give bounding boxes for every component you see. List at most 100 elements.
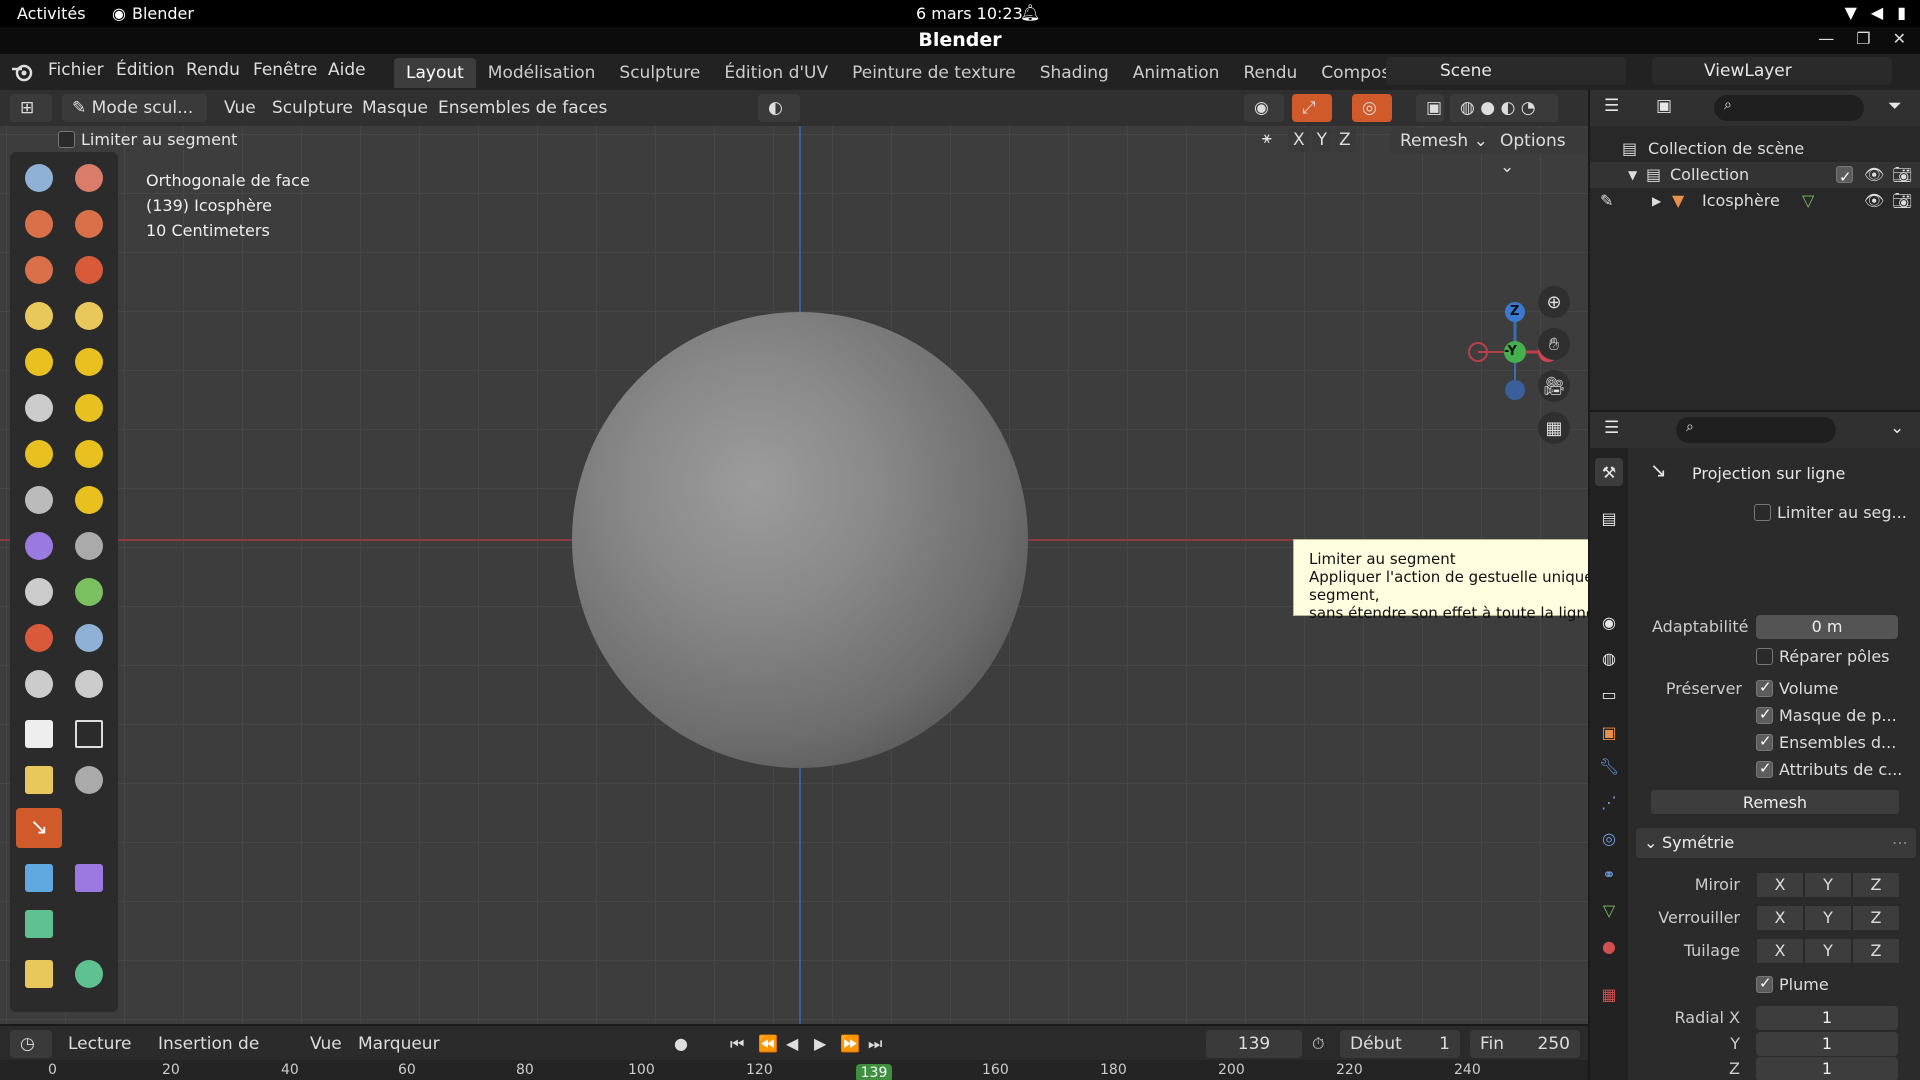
overlay-toggle-icon[interactable]: ◎ <box>1352 94 1392 122</box>
eye-icon[interactable]: 👁︎ <box>1864 162 1884 188</box>
tool-elastic[interactable] <box>16 526 62 566</box>
tool-pose[interactable] <box>66 572 112 612</box>
xray-icon[interactable]: ▣ <box>1416 94 1444 122</box>
clock[interactable]: 6 mars 10:23 <box>916 4 1023 23</box>
mirror-x-toggle[interactable]: X <box>1756 872 1804 898</box>
menu-mask[interactable]: Masque <box>362 98 428 118</box>
expand-arrow-icon[interactable]: ▼ <box>1628 162 1637 188</box>
start-frame-field[interactable]: Début 1 <box>1340 1030 1460 1058</box>
zoom-icon[interactable]: ⊕ <box>1538 286 1570 318</box>
symmetry-x[interactable]: X <box>1288 128 1310 152</box>
symmetry-panel-header[interactable]: ⌄ Symétrie ⋯ <box>1636 828 1916 858</box>
gizmo-toggle-icon[interactable]: ⤢ <box>1292 94 1332 122</box>
tab-sculpting[interactable]: Sculpture <box>607 58 712 88</box>
tool-box-face-set[interactable] <box>16 760 62 800</box>
camera-render-icon[interactable]: 📷︎ <box>1892 188 1912 214</box>
tool-rotate[interactable] <box>66 618 112 658</box>
tool-draw-sharp[interactable] <box>66 158 112 198</box>
limit-segment-property-checkbox[interactable] <box>1754 504 1771 521</box>
orthographic-grid-icon[interactable]: ▦ <box>1538 412 1570 444</box>
data-tab-icon[interactable]: ▽ <box>1595 896 1623 924</box>
fix-poles-option[interactable]: Réparer pôles <box>1756 647 1890 666</box>
material-tab-icon[interactable]: ● <box>1595 932 1623 960</box>
lock-z-toggle[interactable]: Z <box>1852 905 1900 931</box>
collection-tab-icon[interactable]: ▭ <box>1595 680 1623 708</box>
tab-shading[interactable]: Shading <box>1028 58 1121 88</box>
play-reverse-icon[interactable]: ◀ <box>786 1034 798 1053</box>
play-icon[interactable]: ▶ <box>814 1034 826 1053</box>
physics-tab-icon[interactable]: ◎ <box>1595 824 1623 852</box>
marker-menu[interactable]: Marqueur <box>358 1034 440 1054</box>
tool-clay-thumb[interactable] <box>16 250 62 290</box>
tool-grab[interactable] <box>66 480 112 520</box>
lock-x-toggle[interactable]: X <box>1756 905 1804 931</box>
current-frame-marker[interactable]: 139 <box>856 1064 892 1080</box>
mirror-y-toggle[interactable]: Y <box>1804 872 1852 898</box>
playback-menu[interactable]: Lecture ⌄ <box>58 1030 144 1080</box>
close-icon[interactable]: ✕ <box>1893 29 1906 48</box>
tool-clay[interactable] <box>16 204 62 244</box>
preserve-attributes-checkbox[interactable] <box>1756 759 1773 778</box>
tab-uv-editing[interactable]: Édition d'UV <box>712 58 840 88</box>
timeline-editor-icon[interactable]: ◷ <box>10 1030 52 1058</box>
tiling-x-toggle[interactable]: X <box>1756 938 1804 964</box>
lock-y-toggle[interactable]: Y <box>1804 905 1852 931</box>
menu-help[interactable]: Aide <box>328 60 366 80</box>
preserve-volume-option[interactable]: Volume <box>1756 678 1839 698</box>
remesh-dropdown[interactable]: Remesh ⌄ <box>1390 128 1498 154</box>
constraints-tab-icon[interactable]: ⚭ <box>1595 860 1623 888</box>
tool-snake-hook[interactable] <box>66 526 112 566</box>
scene-tab-icon[interactable]: ◉ <box>1595 608 1623 636</box>
tool-line-project[interactable]: ↘ <box>16 808 62 848</box>
preserve-mask-checkbox[interactable] <box>1756 705 1773 724</box>
eye-icon[interactable]: 👁︎ <box>1864 188 1884 214</box>
tiling-y-toggle[interactable]: Y <box>1804 938 1852 964</box>
preserve-face-sets-checkbox[interactable] <box>1756 732 1773 751</box>
app-menu[interactable]: ◉ Blender <box>112 4 194 23</box>
timer-icon[interactable]: ⏱ <box>1312 1034 1324 1054</box>
options-dropdown[interactable]: Options ⌄ <box>1490 128 1588 177</box>
tool-transform[interactable] <box>66 954 112 994</box>
tool-nudge[interactable] <box>16 618 62 658</box>
tool-box-mask[interactable] <box>66 714 112 754</box>
particles-tab-icon[interactable]: ⋰ <box>1595 788 1623 816</box>
outliner-row-scene-collection[interactable]: ▤ Collection de scène <box>1590 136 1920 162</box>
collection-exclude-checkbox[interactable] <box>1836 164 1853 190</box>
remesh-button[interactable]: Remesh <box>1650 789 1900 815</box>
visibility-icon[interactable]: ◉ <box>1244 94 1284 122</box>
camera-view-icon[interactable]: 🎥︎ <box>1538 370 1570 402</box>
tool-tab-icon[interactable]: ⚒ <box>1595 458 1623 486</box>
tiling-z-toggle[interactable]: Z <box>1852 938 1900 964</box>
scene-selector[interactable]: Scene <box>1386 57 1626 85</box>
tool-color-filter[interactable] <box>66 858 112 898</box>
current-frame-field[interactable]: 139 <box>1206 1030 1302 1058</box>
adaptivity-field[interactable]: 0 m <box>1756 615 1898 639</box>
tool-annotate[interactable] <box>16 954 62 994</box>
tool-multiplane[interactable] <box>66 434 112 474</box>
tool-clay-strips[interactable] <box>66 204 112 244</box>
tool-face-set-edit[interactable] <box>16 904 62 944</box>
tab-layout[interactable]: Layout <box>394 58 476 88</box>
editor-type-icon[interactable]: ⊞ <box>10 94 52 122</box>
tool-mask[interactable] <box>16 714 62 754</box>
limit-segment-checkbox[interactable] <box>58 131 75 148</box>
preserve-attributes-option[interactable]: Attributs de c... <box>1756 759 1902 779</box>
tool-cloth-filter[interactable] <box>16 858 62 898</box>
tool-scrape[interactable] <box>16 434 62 474</box>
menu-view[interactable]: Vue <box>224 98 256 118</box>
menu-sculpt[interactable]: Sculpture <box>272 98 353 118</box>
render-tab-icon[interactable]: ▤ <box>1595 504 1623 532</box>
timeline-view-menu[interactable]: Vue <box>310 1034 342 1054</box>
activities-button[interactable]: Activités <box>17 4 86 23</box>
menu-window[interactable]: Fenêtre <box>253 60 317 80</box>
tab-animation[interactable]: Animation <box>1121 58 1232 88</box>
menu-edit[interactable]: Édition <box>116 60 175 80</box>
properties-editor-icon[interactable]: ☰ <box>1604 418 1619 438</box>
texture-tab-icon[interactable]: ▦ <box>1595 980 1623 1008</box>
menu-render[interactable]: Rendu <box>186 60 240 80</box>
expand-arrow-icon[interactable]: ▶ <box>1652 188 1661 214</box>
limit-segment-toggle[interactable]: Limiter au segment <box>58 130 237 149</box>
pan-hand-icon[interactable]: ✋︎ <box>1538 328 1570 360</box>
tool-fill[interactable] <box>66 388 112 428</box>
preserve-volume-checkbox[interactable] <box>1756 678 1773 697</box>
